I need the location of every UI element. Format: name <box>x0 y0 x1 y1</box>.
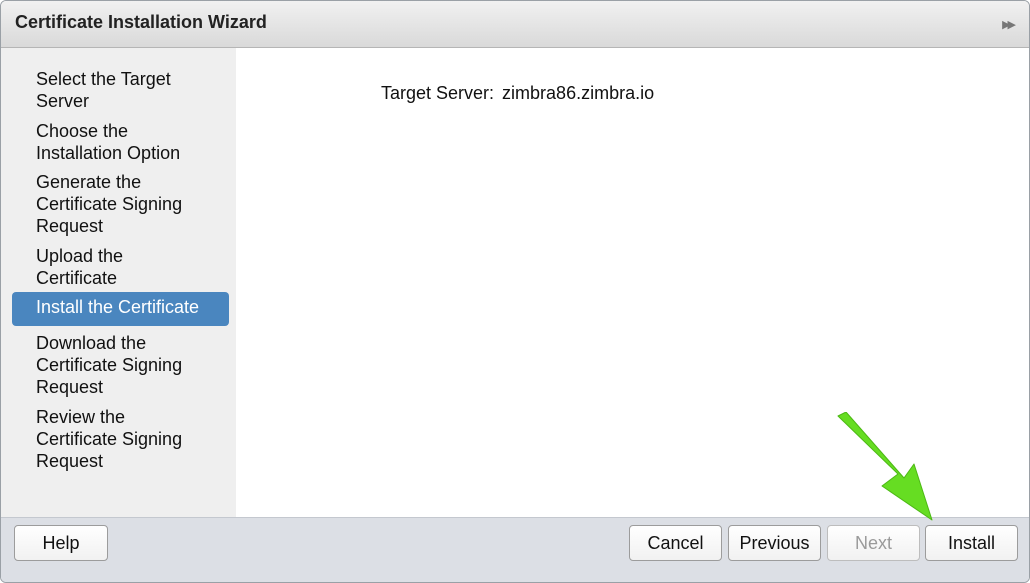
step-label-line: Install the Certificate <box>36 297 200 317</box>
dialog-title: Certificate Installation Wizard <box>15 12 267 32</box>
step-label-line: Choose the <box>36 121 129 141</box>
step-label-line: Generate the <box>36 172 142 192</box>
step-download-csr[interactable]: Download the Certificate Signing Request <box>12 332 229 398</box>
target-server-value: zimbra86.zimbra.io <box>502 83 655 103</box>
step-label-line: Certificate Signing <box>36 429 183 449</box>
double-chevron-right-icon[interactable]: ▶▶ <box>1002 18 1016 31</box>
step-install-certificate[interactable]: Install the Certificate <box>12 292 229 326</box>
step-label-line: Request <box>36 377 104 397</box>
step-review-csr[interactable]: Review the Certificate Signing Request <box>12 406 229 472</box>
step-label-line: Certificate Signing <box>36 194 183 214</box>
next-button[interactable]: Next <box>827 525 920 561</box>
step-label-line: Download the <box>36 333 147 353</box>
step-label-line: Certificate <box>36 268 118 288</box>
step-label-line: Server <box>36 91 90 111</box>
step-upload-certificate[interactable]: Upload the Certificate <box>12 245 229 289</box>
step-choose-installation-option[interactable]: Choose the Installation Option <box>12 120 229 164</box>
step-label-line: Upload the <box>36 246 124 266</box>
step-label-line: Request <box>36 451 104 471</box>
step-generate-csr[interactable]: Generate the Certificate Signing Request <box>12 171 229 237</box>
step-label-line: Certificate Signing <box>36 355 183 375</box>
step-label-line: Request <box>36 216 104 236</box>
step-select-target-server[interactable]: Select the Target Server <box>12 68 229 112</box>
help-button[interactable]: Help <box>14 525 108 561</box>
step-label-line: Review the <box>36 407 126 427</box>
cancel-button[interactable]: Cancel <box>629 525 722 561</box>
title-bar: Certificate Installation Wizard ▶▶ <box>1 1 1029 48</box>
button-bar: Help Cancel Previous Next Install <box>1 517 1029 582</box>
step-label-line: Select the Target <box>36 69 171 89</box>
previous-button[interactable]: Previous <box>728 525 821 561</box>
step-label-line: Installation Option <box>36 143 181 163</box>
wizard-steps-sidebar: Select the Target Server Choose the Inst… <box>1 48 236 517</box>
install-button[interactable]: Install <box>925 525 1018 561</box>
target-server-label: Target Server: <box>381 83 495 103</box>
green-pointer-arrow-icon <box>837 412 933 521</box>
target-server-row: Target Server: zimbra86.zimbra.io <box>381 83 654 104</box>
